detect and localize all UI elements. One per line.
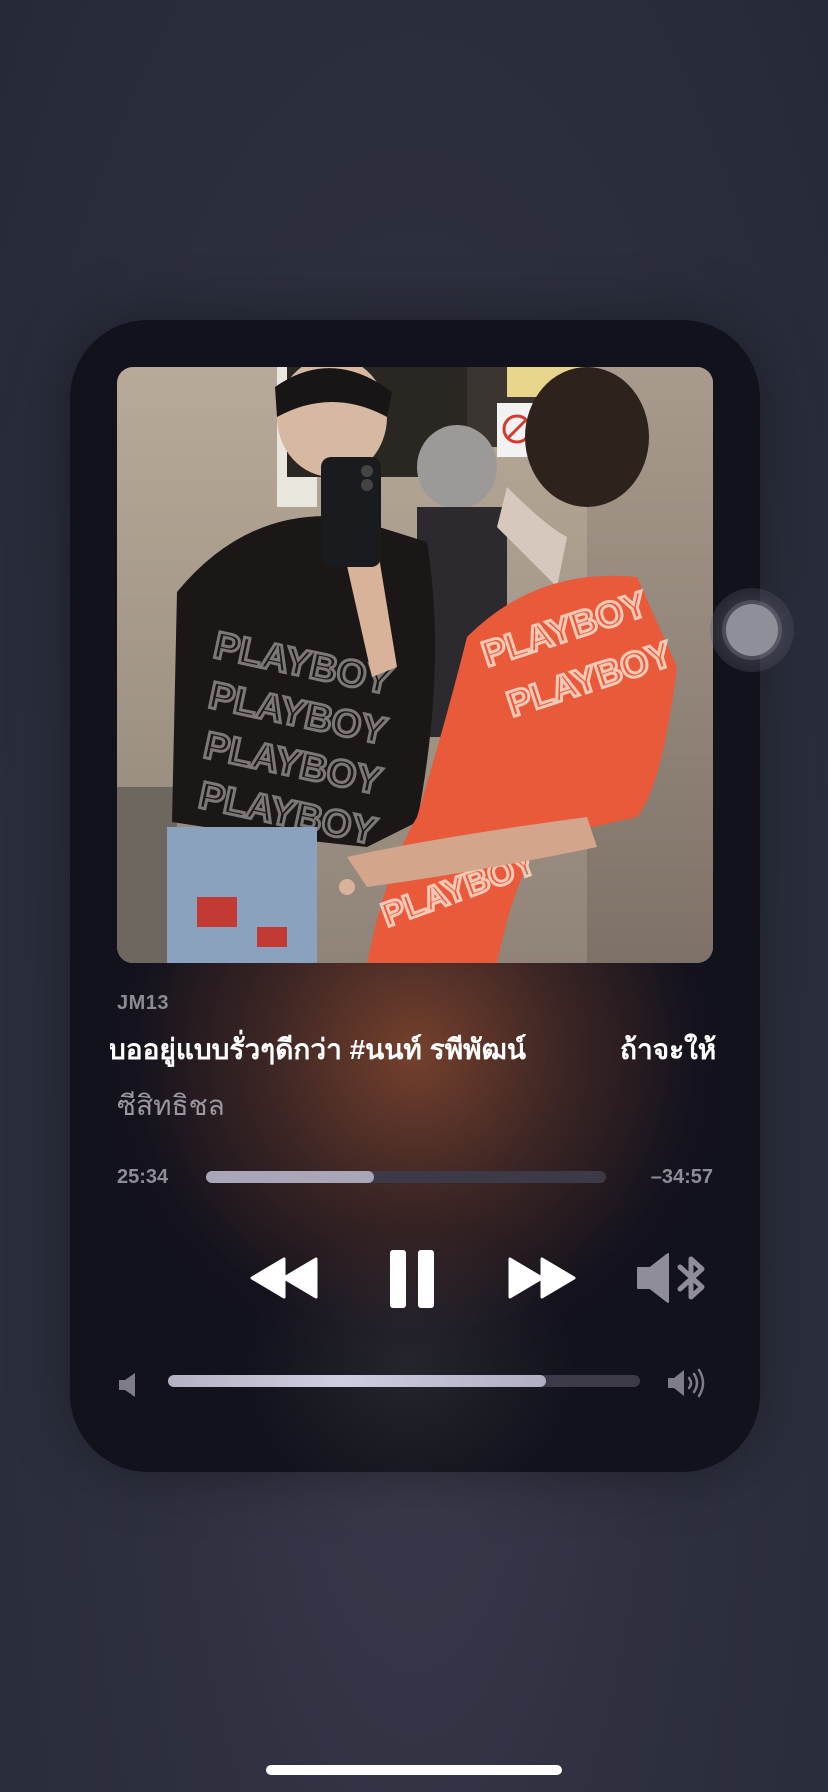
- pause-button[interactable]: [388, 1248, 436, 1310]
- pause-icon: [390, 1250, 434, 1308]
- fast-forward-icon: [508, 1257, 576, 1299]
- time-elapsed: 25:34: [117, 1166, 169, 1188]
- audio-output-button[interactable]: [636, 1252, 710, 1304]
- assistive-touch-icon: [726, 604, 778, 656]
- track-title: บออยู่แบบรั่วๆดีกว่า #นนท์ รพีพัฒน์: [110, 1034, 527, 1065]
- volume-high-icon: [668, 1368, 705, 1398]
- volume-level-fill: [168, 1375, 546, 1387]
- speaker-bluetooth-icon: [637, 1253, 705, 1303]
- artist-name[interactable]: ซีสิทธิชล: [117, 1084, 225, 1128]
- track-title-marquee-next: ถ้าจะให้: [620, 1034, 717, 1065]
- fast-forward-button[interactable]: [508, 1257, 576, 1299]
- volume-slider[interactable]: [168, 1375, 640, 1387]
- volume-low-icon: [119, 1373, 135, 1397]
- playback-progress-fill: [206, 1171, 374, 1183]
- playback-scrubber[interactable]: [206, 1171, 606, 1183]
- album-artwork[interactable]: PLAYBOY PLAYBOY PLAYBOY PLAYBOY PLAYBOY …: [117, 367, 713, 963]
- track-label: JM13: [117, 992, 170, 1014]
- rewind-icon: [250, 1257, 318, 1299]
- assistive-touch-button[interactable]: [710, 588, 794, 672]
- track-title-marquee: บออยู่แบบรั่วๆดีกว่า #นนท์ รพีพัฒน์ ถ้าจ…: [110, 1026, 720, 1070]
- home-indicator[interactable]: [266, 1765, 562, 1775]
- rewind-button[interactable]: [250, 1257, 318, 1299]
- time-remaining: –34:57: [650, 1166, 713, 1188]
- now-playing-card: PLAYBOY PLAYBOY PLAYBOY PLAYBOY PLAYBOY …: [70, 320, 760, 1472]
